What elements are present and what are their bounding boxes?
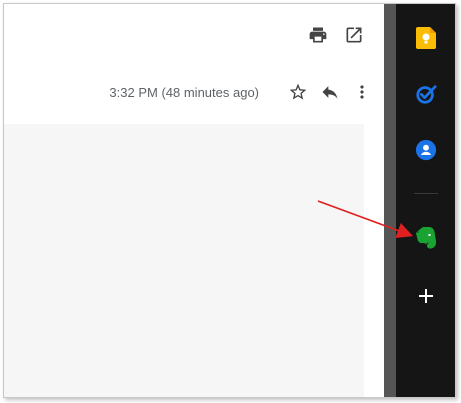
- reply-icon[interactable]: [319, 81, 341, 103]
- open-in-new-icon[interactable]: [343, 24, 365, 46]
- email-top-actions: [307, 24, 365, 46]
- more-vert-icon[interactable]: [351, 81, 373, 103]
- email-body-area: [4, 124, 364, 397]
- email-view: 3:32 PM (48 minutes ago): [4, 4, 381, 397]
- evernote-icon[interactable]: [414, 226, 438, 250]
- side-panel: [384, 4, 455, 397]
- side-panel-separator: [414, 193, 438, 194]
- contacts-icon[interactable]: [414, 138, 438, 162]
- plus-icon[interactable]: [414, 284, 438, 308]
- keep-icon[interactable]: [414, 26, 438, 50]
- print-icon[interactable]: [307, 24, 329, 46]
- side-panel-scrollbar[interactable]: [384, 4, 396, 397]
- star-icon[interactable]: [287, 81, 309, 103]
- email-meta-row: 3:32 PM (48 minutes ago): [4, 77, 373, 107]
- tasks-icon[interactable]: [414, 82, 438, 106]
- screenshot-frame: 3:32 PM (48 minutes ago): [3, 3, 456, 398]
- email-timestamp: 3:32 PM (48 minutes ago): [109, 84, 259, 100]
